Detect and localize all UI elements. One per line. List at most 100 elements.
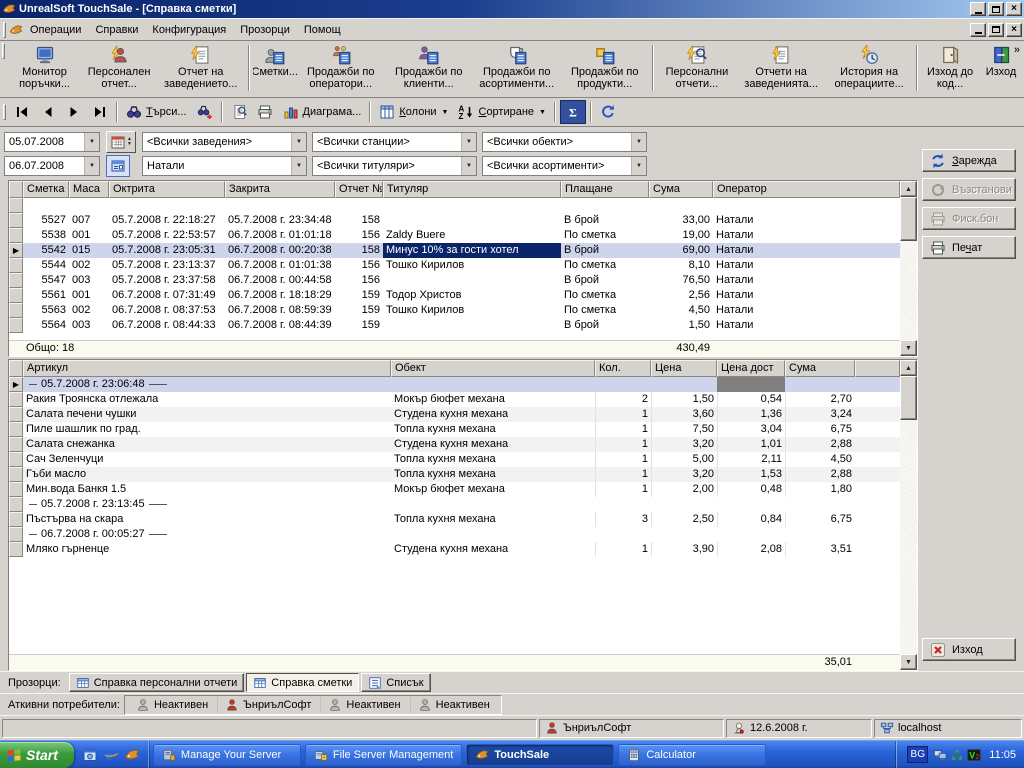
personal-report-button[interactable]: Персонален отчет...	[81, 43, 156, 95]
v2-icon[interactable]: V2	[967, 748, 981, 762]
toolbar-grip[interactable]	[3, 22, 6, 38]
table-row[interactable]: Гъби маслоТопла кухня механа13,201,532,8…	[9, 467, 900, 482]
start-button[interactable]: Start	[0, 742, 74, 768]
print-button[interactable]: Печат	[922, 236, 1016, 259]
active-user-1[interactable]: Неактивен	[129, 697, 215, 713]
menu-item-2[interactable]: Справки	[88, 21, 145, 39]
table-row[interactable]: 554400205.7.2008 г. 23:13:3706.7.2008 г.…	[9, 258, 900, 273]
quick-print-button[interactable]	[253, 100, 277, 124]
print-preview-button[interactable]	[227, 100, 251, 124]
columns-button[interactable]: Колони▼	[375, 100, 452, 124]
filter-combo-r1-2[interactable]: <Всички обекти>▼	[482, 132, 647, 152]
scroll-down-button[interactable]: ▼	[900, 340, 917, 356]
personal-reports-button[interactable]: Персонални отчети...	[657, 43, 737, 95]
items-scrollbar[interactable]: ▲▼	[900, 360, 917, 670]
next-record-button[interactable]	[62, 100, 86, 124]
combo-dropdown-icon[interactable]: ▼	[461, 133, 476, 151]
venue-report-button[interactable]: Отчет на заведението...	[157, 43, 245, 95]
diagram-button[interactable]: Диаграма...	[279, 100, 366, 124]
sort-button[interactable]: AZСортиране▼	[454, 100, 550, 124]
window-tab-2[interactable]: Справка сметки	[246, 673, 359, 692]
calendar-button[interactable]: ▲▼	[106, 131, 136, 153]
sales-by-assortments-button[interactable]: Продажби по асортименти...	[473, 43, 561, 95]
filter-combo-r2-1[interactable]: <Всички титуляри>▼	[312, 156, 477, 176]
active-user-4[interactable]: Неактивен	[410, 697, 497, 713]
table-row[interactable]: 556100106.7.2008 г. 07:31:4906.7.2008 г.…	[9, 288, 900, 303]
table-row[interactable]: Ракия Троянска отлежалаМокър бюфет механ…	[9, 392, 900, 407]
close-button[interactable]: ×	[1006, 2, 1022, 16]
column-header-2[interactable]: Обект	[391, 360, 595, 377]
scroll-down-button[interactable]: ▼	[900, 654, 917, 670]
column-header-9[interactable]: Оператор	[713, 181, 900, 198]
combo-dropdown-icon[interactable]: ▼	[631, 133, 646, 151]
sales-by-operators-button[interactable]: Продажби по оператори...	[297, 43, 385, 95]
column-header-6[interactable]: Титуляр	[383, 181, 561, 198]
task-button-4[interactable]: Calculator	[618, 744, 766, 766]
column-header-8[interactable]: Сума	[649, 181, 713, 198]
date-from-dropdown-icon[interactable]: ▼	[84, 133, 99, 151]
venues-reports-button[interactable]: Отчети на заведенията...	[737, 43, 825, 95]
table-row[interactable]: Салата печени чушкиСтудена кухня механа1…	[9, 407, 900, 422]
toolbar-overflow-chevron[interactable]: »	[1014, 44, 1020, 56]
task-button-3[interactable]: TouchSale	[466, 744, 614, 766]
column-header-6[interactable]: Сума	[785, 360, 855, 377]
mdi-minimize-button[interactable]	[970, 23, 986, 37]
table-row[interactable]: Салата снежанкаСтудена кухня механа13,20…	[9, 437, 900, 452]
task-button-1[interactable]: Manage Your Server	[153, 744, 301, 766]
restore-button[interactable]	[988, 2, 1004, 16]
language-indicator[interactable]: BG	[907, 746, 928, 763]
filter-combo-r1-1[interactable]: <Всички станции>▼	[312, 132, 477, 152]
mdi-close-button[interactable]: ×	[1006, 23, 1022, 37]
load-button[interactable]: Зарежда	[922, 149, 1016, 172]
mdi-restore-button[interactable]	[988, 23, 1004, 37]
toolbar-grip[interactable]	[3, 104, 6, 120]
combo-dropdown-icon[interactable]: ▼	[461, 157, 476, 175]
refresh-button[interactable]	[596, 100, 620, 124]
mdi-child-icon[interactable]	[9, 23, 23, 37]
sales-by-products-button[interactable]: Продажби по продукти...	[561, 43, 649, 95]
exit-to-code-button[interactable]: Изход до код...	[921, 43, 979, 95]
sales-by-clients-button[interactable]: Продажби по клиенти...	[385, 43, 473, 95]
computers-icon[interactable]	[933, 748, 947, 762]
active-user-3[interactable]: Неактивен	[320, 697, 407, 713]
menu-item-5[interactable]: Помощ	[297, 21, 348, 39]
table-row[interactable]: Мин.вода Банкя 1.5Мокър бюфет механа12,0…	[9, 482, 900, 497]
monitor-orders-button[interactable]: Монитор поръчки...	[8, 43, 82, 95]
column-header-5[interactable]: Цена дост	[717, 360, 785, 377]
table-row[interactable]: Мляко гърненцеСтудена кухня механа13,902…	[9, 542, 900, 557]
table-row[interactable]: 553800105.7.2008 г. 22:53:5706.7.2008 г.…	[9, 228, 900, 243]
window-app-icon[interactable]	[82, 747, 98, 763]
search-add-button[interactable]	[193, 100, 217, 124]
scroll-thumb[interactable]	[900, 197, 917, 241]
menu-item-1[interactable]: Операции	[23, 21, 88, 39]
table-row[interactable]: ▶554201505.7.2008 г. 23:05:3106.7.2008 г…	[9, 243, 900, 258]
table-row[interactable]: 556300206.7.2008 г. 08:37:5306.7.2008 г.…	[9, 303, 900, 318]
menu-item-3[interactable]: Конфигурация	[145, 21, 233, 39]
window-tab-3[interactable]: Списък	[361, 673, 430, 692]
combo-dropdown-icon[interactable]: ▼	[291, 133, 306, 151]
column-header-1[interactable]: Артикул	[23, 360, 391, 377]
scroll-up-button[interactable]: ▲	[900, 360, 917, 376]
prev-record-button[interactable]	[36, 100, 60, 124]
first-record-button[interactable]	[10, 100, 34, 124]
filter-combo-r2-2[interactable]: <Всички асортименти>▼	[482, 156, 647, 176]
bills-button[interactable]: Сметки...	[253, 43, 297, 95]
date-from-field[interactable]: 05.07.2008 ▼	[4, 132, 100, 152]
column-header-4[interactable]: Закрита	[225, 181, 335, 198]
greennet-icon[interactable]	[950, 748, 964, 762]
column-header-2[interactable]: Маса	[69, 181, 109, 198]
window-tab-1[interactable]: Справка персонални отчети	[69, 673, 245, 692]
ie-icon[interactable]: e	[103, 747, 119, 763]
group-row[interactable]: 06.7.2008 г. 00:05:27	[9, 527, 900, 542]
date-to-field[interactable]: 06.07.2008 ▼	[4, 156, 100, 176]
table-row[interactable]: Сач ЗеленчуциТопла кухня механа15,002,11…	[9, 452, 900, 467]
column-header-4[interactable]: Цена	[651, 360, 717, 377]
bills-scrollbar[interactable]: ▲▼	[900, 181, 917, 356]
menu-item-4[interactable]: Прозорци	[233, 21, 297, 39]
combo-dropdown-icon[interactable]: ▼	[291, 157, 306, 175]
column-header-3[interactable]: Октрита	[109, 181, 225, 198]
column-header-3[interactable]: Кол.	[595, 360, 651, 377]
column-header-5[interactable]: Отчет №	[335, 181, 383, 198]
table-row[interactable]: Пъстърва на скараТопла кухня механа32,50…	[9, 512, 900, 527]
filter-combo-r2-0[interactable]: Натали▼	[142, 156, 307, 176]
